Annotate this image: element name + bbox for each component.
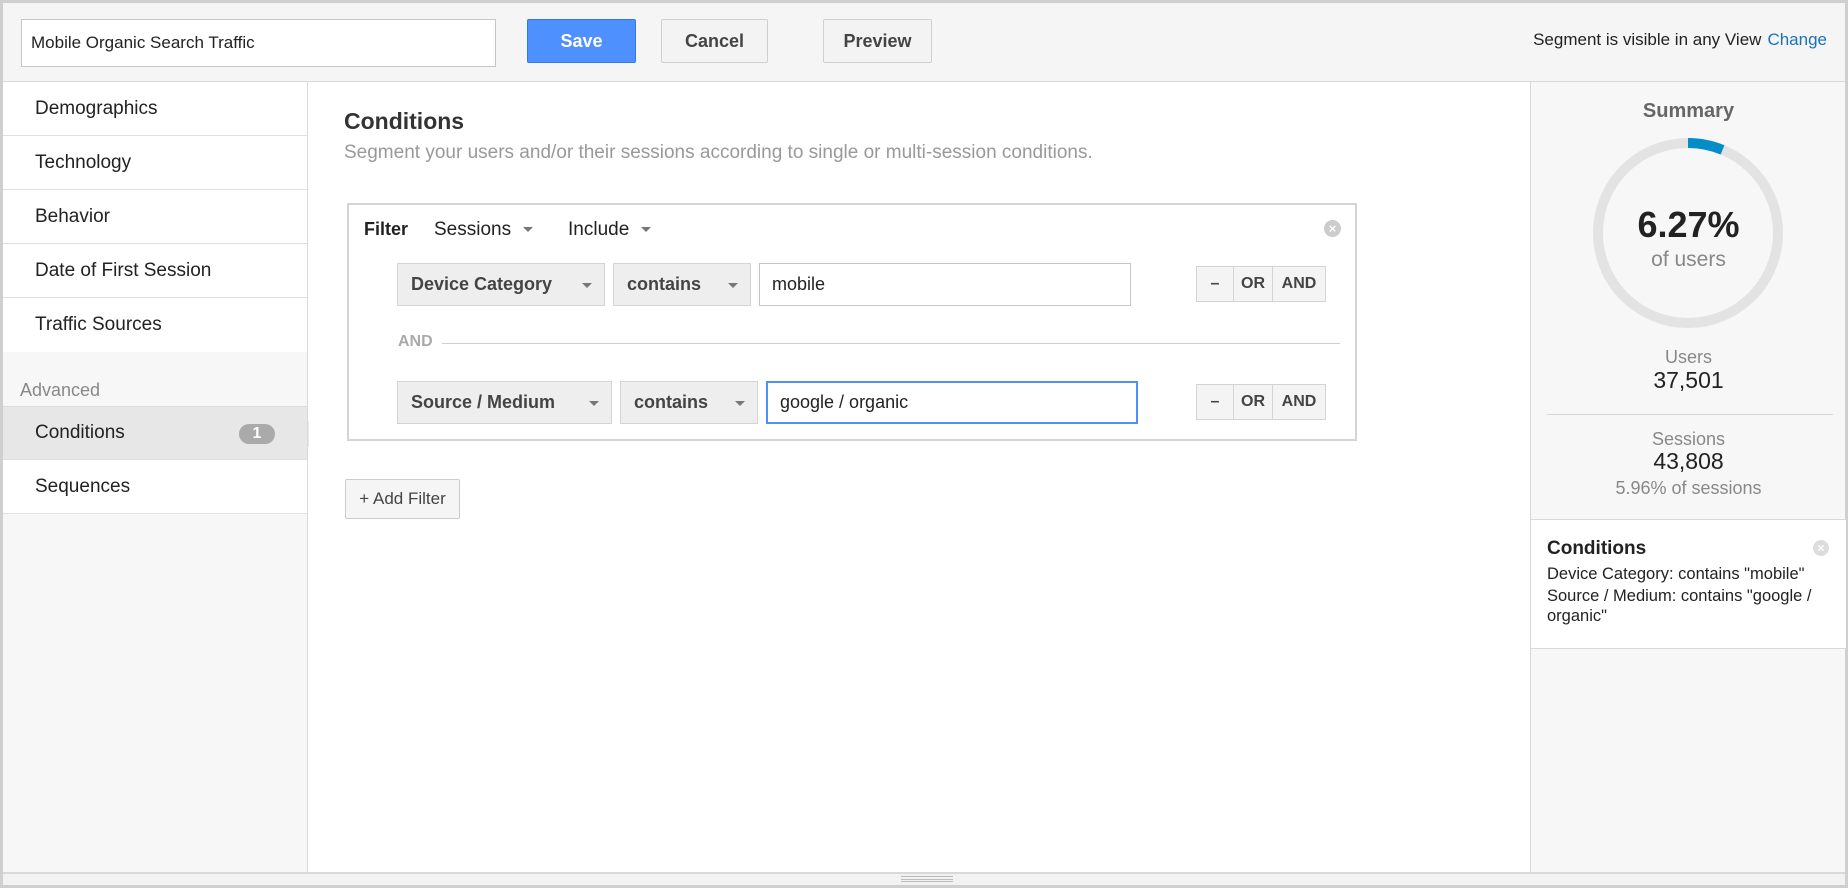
sidebar-item-label: Sequences: [35, 475, 131, 497]
filter-label: Filter: [364, 219, 409, 239]
add-filter-button[interactable]: + Add Filter: [345, 479, 460, 519]
sidebar-item-date-of-first-session[interactable]: Date of First Session: [3, 244, 307, 298]
users-percent: 6.27%: [1637, 204, 1740, 245]
dimension-dropdown[interactable]: Source / Medium: [397, 381, 612, 424]
remove-condition-button[interactable]: –: [1196, 384, 1234, 420]
users-value: 37,501: [1653, 367, 1724, 393]
operator-dropdown[interactable]: contains: [620, 381, 758, 424]
sidebar-item-label: Traffic Sources: [35, 314, 162, 335]
users-label: Users: [1664, 347, 1712, 367]
sidebar-item-traffic-sources[interactable]: Traffic Sources: [3, 298, 307, 352]
chevron-down-icon: [582, 283, 592, 288]
conditions-count-badge: 1: [239, 424, 275, 444]
save-button[interactable]: Save: [527, 19, 636, 63]
or-button[interactable]: OR: [1233, 266, 1273, 302]
close-icon[interactable]: ×: [1813, 540, 1829, 556]
dimension-dropdown[interactable]: Device Category: [397, 263, 605, 306]
conditions-panel: Conditions Segment your users and/or the…: [309, 82, 1529, 872]
and-separator-label: AND: [398, 333, 433, 350]
chevron-down-icon: [589, 401, 599, 406]
condition-summary-line: Device Category: contains "mobile": [1547, 565, 1805, 583]
segment-toolbar: Save Cancel Preview Segment is visible i…: [3, 3, 1845, 82]
condition-value-input[interactable]: [759, 263, 1131, 306]
resize-grip-icon[interactable]: [901, 876, 953, 882]
remove-condition-button[interactable]: –: [1196, 266, 1234, 302]
summary-divider: [1547, 414, 1833, 415]
preview-button[interactable]: Preview: [823, 19, 932, 63]
chevron-down-icon: [641, 227, 652, 233]
change-visibility-link[interactable]: Change: [1767, 30, 1827, 49]
segment-name-input[interactable]: [21, 19, 496, 67]
condition-summary-line: Source / Medium: contains "google / orga…: [1547, 587, 1812, 625]
conditions-summary-title: Conditions: [1547, 538, 1647, 559]
sidebar-item-conditions[interactable]: Conditions 1: [3, 406, 321, 460]
sidebar-item-label: Behavior: [35, 205, 110, 227]
visibility-info: Segment is visible in any View Change: [1533, 30, 1827, 50]
sidebar-item-demographics[interactable]: Demographics: [3, 82, 307, 136]
dimension-value: Device Category: [411, 274, 553, 294]
segment-editor: Save Cancel Preview Segment is visible i…: [0, 0, 1848, 888]
condition-value-input[interactable]: [766, 381, 1138, 424]
sidebar-item-label: Date of First Session: [35, 259, 212, 281]
and-button[interactable]: AND: [1272, 266, 1326, 302]
dimension-value: Source / Medium: [411, 392, 556, 412]
sidebar-item-sequences[interactable]: Sequences: [3, 460, 307, 514]
segment-sidebar: Demographics Technology Behavior Date of…: [3, 82, 321, 872]
filter-mode-value: Include: [568, 219, 630, 240]
and-separator-line: [442, 343, 1340, 344]
users-percent-label: of users: [1651, 248, 1726, 271]
summary-panel: Summary 6.27% of users Users 37,501 Sess…: [1530, 82, 1846, 872]
sidebar-item-label: Demographics: [35, 97, 158, 119]
chevron-down-icon: [728, 283, 738, 288]
sessions-value: 43,808: [1653, 448, 1724, 474]
sidebar-advanced-heading: Advanced: [20, 379, 101, 400]
chevron-down-icon: [523, 227, 534, 233]
page-title: Conditions: [344, 108, 465, 134]
visibility-text: Segment is visible in any View: [1533, 30, 1762, 49]
resize-bar[interactable]: [3, 872, 1845, 885]
conditions-summary-card: Conditions Device Category: contains "mo…: [1531, 519, 1846, 649]
filter-mode-dropdown[interactable]: Include: [568, 219, 652, 241]
row-logic-buttons: – OR AND: [1196, 266, 1326, 302]
filter-scope-dropdown[interactable]: Sessions: [434, 219, 534, 241]
sidebar-item-label: Technology: [35, 151, 132, 173]
sessions-label: Sessions: [1651, 429, 1726, 449]
sidebar-item-label: Conditions: [35, 422, 125, 443]
page-subtitle: Segment your users and/or their sessions…: [344, 142, 1093, 163]
and-button[interactable]: AND: [1272, 384, 1326, 420]
filter-scope-value: Sessions: [434, 219, 512, 240]
summary-title: Summary: [1642, 100, 1735, 122]
operator-value: contains: [627, 274, 702, 294]
filter-block: Filter Sessions Include × Device Categor…: [347, 203, 1357, 441]
row-logic-buttons: – OR AND: [1196, 384, 1326, 420]
chevron-down-icon: [735, 401, 745, 406]
or-button[interactable]: OR: [1233, 384, 1273, 420]
sidebar-item-technology[interactable]: Technology: [3, 136, 307, 190]
sidebar-item-behavior[interactable]: Behavior: [3, 190, 307, 244]
cancel-button[interactable]: Cancel: [661, 19, 768, 63]
close-icon[interactable]: ×: [1324, 220, 1341, 237]
sessions-percent: 5.96% of sessions: [1615, 478, 1762, 498]
operator-dropdown[interactable]: contains: [613, 263, 751, 306]
operator-value: contains: [634, 392, 709, 412]
